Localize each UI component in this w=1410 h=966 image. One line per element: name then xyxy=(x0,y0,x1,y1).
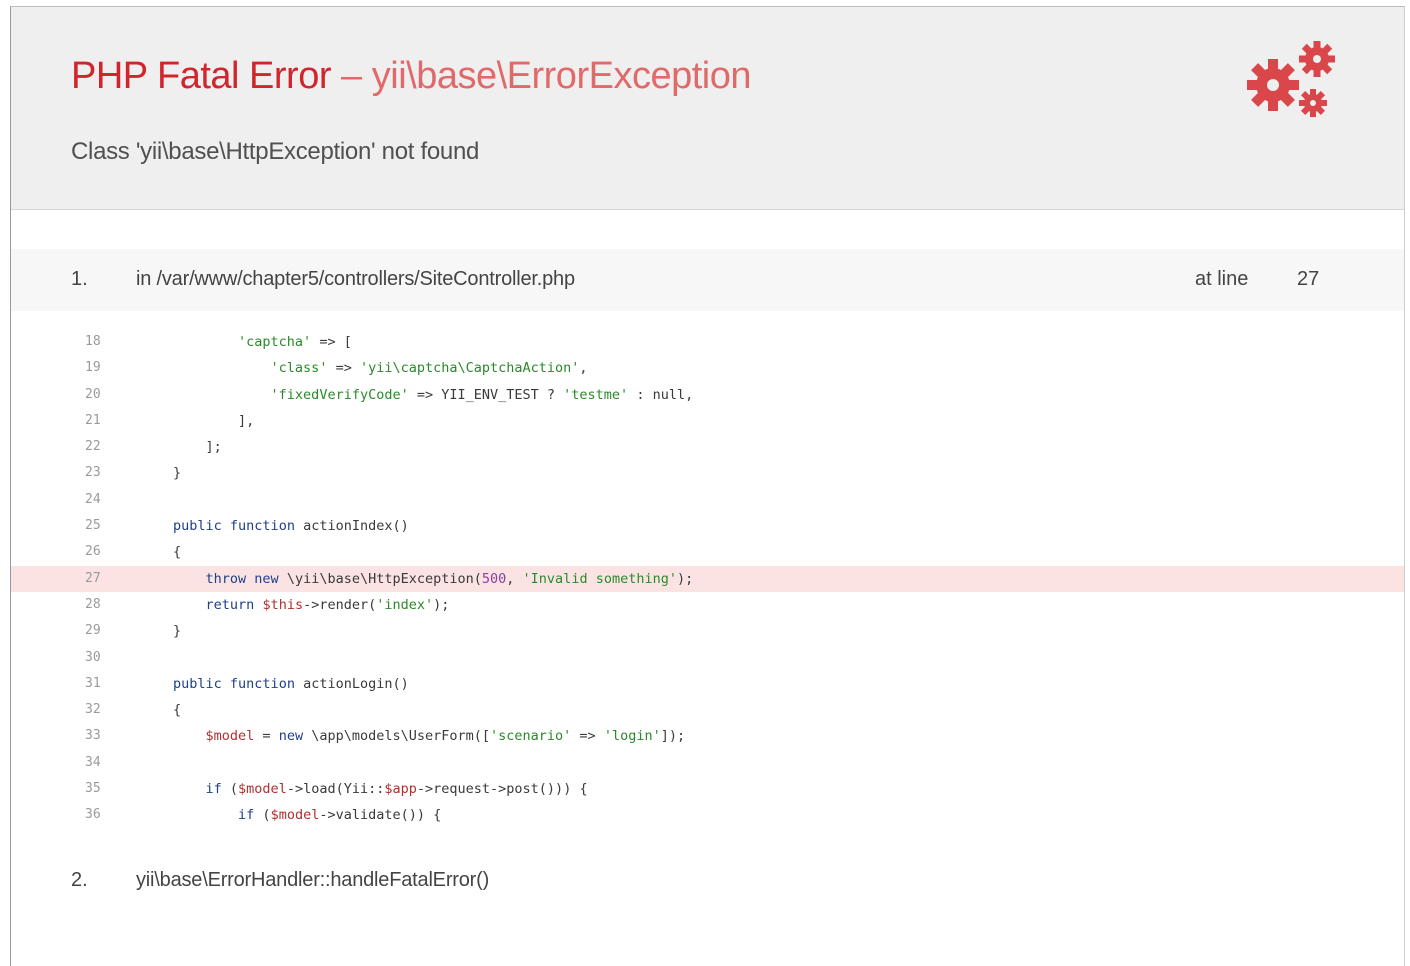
code-text: if ($model->validate()) { xyxy=(238,807,442,824)
code-line: 26 { xyxy=(11,539,1404,565)
code-text: $model = new \app\models\UserForm(['scen… xyxy=(205,728,686,745)
code-line: 32 { xyxy=(11,697,1404,723)
line-number: 34 xyxy=(85,754,101,770)
code-line: 18 'captcha' => [ xyxy=(11,329,1404,355)
line-number: 27 xyxy=(85,570,101,586)
code-line: 36 if ($model->validate()) { xyxy=(11,802,1404,828)
code-line: 24 xyxy=(11,487,1404,513)
line-number: 24 xyxy=(85,491,101,507)
code-line: 29} xyxy=(11,618,1404,644)
line-number: 20 xyxy=(85,386,101,402)
page-title: PHP Fatal Error – yii\base\ErrorExceptio… xyxy=(71,55,751,98)
line-number: 33 xyxy=(85,728,101,744)
code-text: ]; xyxy=(173,439,222,456)
code-snippet: 18 'captcha' => [19 'class' => 'yii\capt… xyxy=(11,329,1404,829)
code-line: 35 if ($model->load(Yii::$app->request->… xyxy=(11,776,1404,802)
call-stack-line-number: 27 xyxy=(1297,268,1320,290)
line-number: 29 xyxy=(85,623,101,639)
line-number: 36 xyxy=(85,807,101,823)
code-text: } xyxy=(173,623,182,640)
line-number: 23 xyxy=(85,465,101,481)
line-number: 32 xyxy=(85,702,101,718)
code-line: 30 xyxy=(11,645,1404,671)
line-number: 19 xyxy=(85,360,101,376)
code-line: 19 'class' => 'yii\captcha\CaptchaAction… xyxy=(11,355,1404,381)
code-line-error: 27 throw new \yii\base\HttpException(500… xyxy=(11,565,1404,592)
gears-icon xyxy=(1247,41,1335,117)
line-number: 30 xyxy=(85,649,101,665)
code-text: 'captcha' => [ xyxy=(238,334,352,350)
line-number: 18 xyxy=(85,334,101,349)
error-message: Class 'yii\base\HttpException' not found xyxy=(71,138,480,165)
code-line: 34 xyxy=(11,750,1404,776)
title-separator: – xyxy=(341,55,362,97)
call-stack-number: 1. xyxy=(71,268,88,290)
at-line-label: at line xyxy=(1195,268,1249,290)
code-text: 'fixedVerifyCode' => YII_ENV_TEST ? 'tes… xyxy=(270,386,694,403)
call-stack-item-1[interactable]: 1. in /var/www/chapter5/controllers/Site… xyxy=(11,249,1404,311)
line-number: 31 xyxy=(85,675,101,691)
exception-class: yii\base\ErrorException xyxy=(371,55,752,97)
code-line: 22 ]; xyxy=(11,434,1404,460)
line-number: 21 xyxy=(85,412,101,428)
line-number: 25 xyxy=(85,518,101,534)
code-text: return $this->render('index'); xyxy=(205,596,450,613)
line-number: 35 xyxy=(85,781,101,797)
code-text: ], xyxy=(173,412,255,429)
code-text: 'class' => 'yii\captcha\CaptchaAction', xyxy=(270,360,588,377)
code-line: 21 ], xyxy=(11,408,1404,434)
code-line: 20 'fixedVerifyCode' => YII_ENV_TEST ? '… xyxy=(11,382,1404,408)
code-text: throw new \yii\base\HttpException(500, '… xyxy=(205,570,694,587)
code-text: public function actionLogin() xyxy=(173,675,409,692)
error-page: PHP Fatal Error – yii\base\ErrorExceptio… xyxy=(10,6,1405,966)
call-stack-number: 2. xyxy=(71,869,88,891)
error-header: PHP Fatal Error – yii\base\ErrorExceptio… xyxy=(11,7,1404,210)
code-text: if ($model->load(Yii::$app->request->pos… xyxy=(205,781,588,798)
code-text: public function actionIndex() xyxy=(173,518,409,535)
call-stack-file: in /var/www/chapter5/controllers/SiteCon… xyxy=(136,268,575,290)
code-line: 33 $model = new \app\models\UserForm(['s… xyxy=(11,723,1404,749)
call-stack-item-2[interactable]: 2. yii\base\ErrorHandler::handleFatalErr… xyxy=(11,853,1404,903)
line-number: 22 xyxy=(85,439,101,455)
code-text: { xyxy=(173,544,182,561)
call-stack-file: yii\base\ErrorHandler::handleFatalError(… xyxy=(136,869,490,891)
code-line: 23} xyxy=(11,460,1404,486)
line-number: 26 xyxy=(85,544,101,560)
code-line: 31 public function actionLogin() xyxy=(11,671,1404,697)
code-line: 28 return $this->render('index'); xyxy=(11,592,1404,618)
error-type: PHP Fatal Error xyxy=(71,55,331,97)
code-text: { xyxy=(173,702,182,719)
code-text: } xyxy=(173,465,182,482)
code-line: 25 public function actionIndex() xyxy=(11,513,1404,539)
line-number: 28 xyxy=(85,596,101,612)
